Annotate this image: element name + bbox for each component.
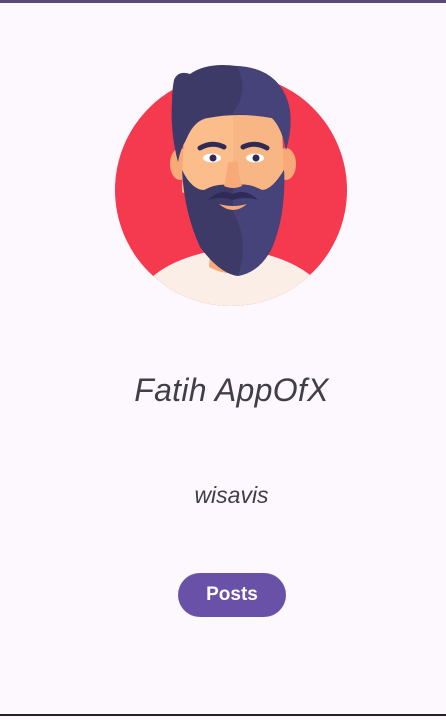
avatar-icon [115, 65, 347, 306]
profile-screen: Fatih AppOfX wisavis Posts [0, 0, 446, 720]
posts-button[interactable]: Posts [178, 573, 286, 617]
top-bar-divider [0, 0, 446, 3]
profile-name: Fatih AppOfX [134, 372, 329, 408]
username: wisavis [194, 482, 269, 508]
bottom-divider [0, 714, 446, 716]
